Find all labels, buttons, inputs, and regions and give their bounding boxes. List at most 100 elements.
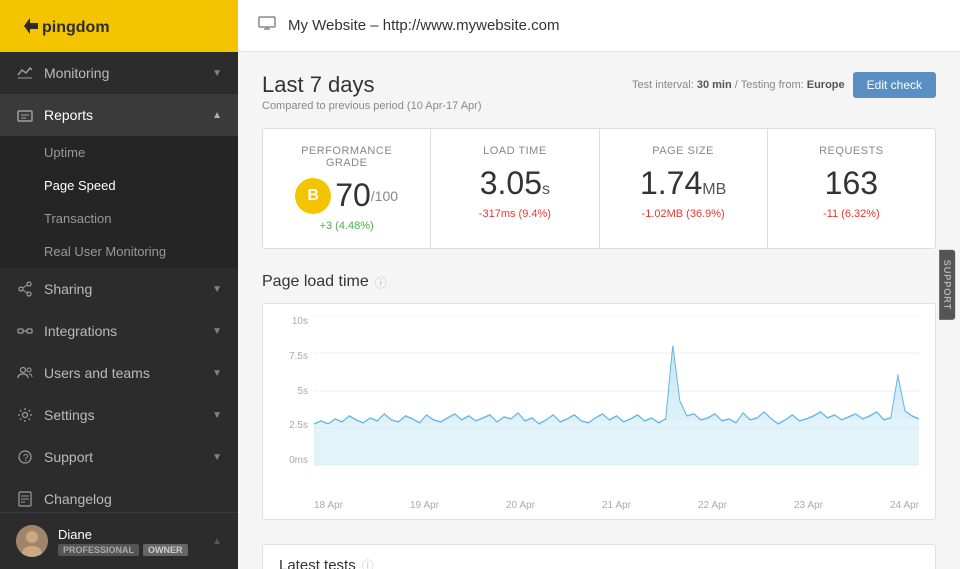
x-label-4: 22 Apr xyxy=(698,500,727,511)
avatar xyxy=(16,525,48,557)
svg-text:pingdom: pingdom xyxy=(42,19,110,36)
sidebar-item-support[interactable]: ? Support ▼ xyxy=(0,436,238,478)
requests-change: -11 (6.32%) xyxy=(784,208,919,220)
sidebar-footer: Diane PROFESSIONAL OWNER ▲ xyxy=(0,512,238,569)
latest-tests-info-icon: ⓘ xyxy=(362,557,374,569)
subnav-page-speed[interactable]: Page Speed xyxy=(0,169,238,202)
subnav-uptime[interactable]: Uptime xyxy=(0,136,238,169)
badge-professional: PROFESSIONAL xyxy=(58,544,139,556)
changelog-icon xyxy=(16,490,34,508)
y-label-3: 2.5s xyxy=(279,420,314,431)
monitoring-icon xyxy=(16,64,34,82)
chart-container: 10s 7.5s 5s 2.5s 0ms xyxy=(262,303,936,520)
load-time-unit: s xyxy=(542,181,550,198)
monitoring-label: Monitoring xyxy=(44,65,109,81)
monitoring-chevron: ▼ xyxy=(212,68,222,79)
integrations-label: Integrations xyxy=(44,323,117,339)
pingdom-logo: pingdom xyxy=(16,12,136,40)
chart-area: 10s 7.5s 5s 2.5s 0ms xyxy=(279,316,919,496)
page-size-change: -1.02MB (36.9%) xyxy=(616,208,751,220)
subnav-rum[interactable]: Real User Monitoring xyxy=(0,235,238,268)
sidebar: pingdom Monitoring ▼ Reports ▲ xyxy=(0,0,238,569)
y-label-2: 5s xyxy=(279,386,314,397)
load-time-value-row: 3.05s xyxy=(447,165,582,202)
grade-suffix: /100 xyxy=(371,188,398,204)
metrics-row: Performance grade B 70/100 +3 (4.48%) Lo… xyxy=(262,128,936,249)
settings-icon xyxy=(16,406,34,424)
testing-from-value: Europe xyxy=(807,79,845,91)
users-teams-label: Users and teams xyxy=(44,365,150,381)
page-size-number: 1.74 xyxy=(640,165,702,201)
requests-label: Requests xyxy=(784,145,919,157)
sidebar-item-settings[interactable]: Settings ▼ xyxy=(0,394,238,436)
metric-load-time: Load time 3.05s -317ms (9.4%) xyxy=(431,129,598,248)
x-label-5: 23 Apr xyxy=(794,500,823,511)
interval-value: 30 min xyxy=(697,79,732,91)
changelog-label: Changelog xyxy=(44,491,112,507)
load-time-label: Load time xyxy=(447,145,582,157)
sharing-icon xyxy=(16,280,34,298)
settings-chevron: ▼ xyxy=(212,410,222,421)
users-teams-chevron: ▼ xyxy=(212,368,222,379)
chart-info-icon: ⓘ xyxy=(375,274,387,291)
y-label-4: 0ms xyxy=(279,455,314,466)
latest-tests-header: Latest tests ⓘ xyxy=(263,545,935,569)
user-info: Diane PROFESSIONAL OWNER xyxy=(16,525,188,557)
sharing-chevron: ▼ xyxy=(212,284,222,295)
reports-chevron: ▲ xyxy=(212,110,222,121)
page-size-unit: MB xyxy=(702,181,726,198)
integrations-chevron: ▼ xyxy=(212,326,222,337)
x-label-1: 19 Apr xyxy=(410,500,439,511)
user-menu-chevron[interactable]: ▲ xyxy=(212,536,222,547)
chart-svg xyxy=(314,316,919,466)
x-label-6: 24 Apr xyxy=(890,500,919,511)
edit-check-button[interactable]: Edit check xyxy=(853,72,936,98)
main-content: My Website – http://www.mywebsite.com La… xyxy=(238,0,960,569)
monitor-icon xyxy=(258,16,276,35)
period-title: Last 7 days xyxy=(262,72,482,98)
user-details: Diane PROFESSIONAL OWNER xyxy=(58,527,188,556)
subnav-transaction[interactable]: Transaction xyxy=(0,202,238,235)
requests-value-row: 163 xyxy=(784,165,919,202)
chart-y-labels: 10s 7.5s 5s 2.5s 0ms xyxy=(279,316,314,466)
reports-label: Reports xyxy=(44,107,93,123)
x-label-2: 20 Apr xyxy=(506,500,535,511)
settings-label: Settings xyxy=(44,407,95,423)
page-size-label: Page size xyxy=(616,145,751,157)
reports-icon xyxy=(16,106,34,124)
sidebar-item-users-teams[interactable]: Users and teams ▼ xyxy=(0,352,238,394)
support-label: Support xyxy=(44,449,93,465)
requests-number: 163 xyxy=(825,165,878,201)
load-time-number: 3.05 xyxy=(480,165,542,201)
support-icon: ? xyxy=(16,448,34,466)
page-size-value-row: 1.74MB xyxy=(616,165,751,202)
svg-text:?: ? xyxy=(23,453,29,464)
perf-grade-label: Performance grade xyxy=(279,145,414,169)
sidebar-item-changelog[interactable]: Changelog xyxy=(0,478,238,512)
grade-number: 70 xyxy=(335,177,371,214)
metric-requests: Requests 163 -11 (6.32%) xyxy=(768,129,935,248)
content-area: Last 7 days Compared to previous period … xyxy=(238,52,960,569)
support-tab[interactable]: SUPPORT xyxy=(939,249,955,319)
test-info: Test interval: 30 min / Testing from: Eu… xyxy=(632,72,936,98)
latest-tests-title: Latest tests xyxy=(279,557,356,569)
sidebar-item-monitoring[interactable]: Monitoring ▼ xyxy=(0,52,238,94)
chart-plot xyxy=(314,316,919,496)
latest-tests-section: Latest tests ⓘ DATE & TIME LOAD TIME PAG… xyxy=(262,544,936,569)
perf-grade-value: B 70/100 xyxy=(279,177,414,214)
test-interval: Test interval: 30 min / Testing from: Eu… xyxy=(632,79,845,91)
badge-owner: OWNER xyxy=(143,544,188,556)
sidebar-item-integrations[interactable]: Integrations ▼ xyxy=(0,310,238,352)
user-badges: PROFESSIONAL OWNER xyxy=(58,544,188,556)
load-time-change: -317ms (9.4%) xyxy=(447,208,582,220)
users-icon xyxy=(16,364,34,382)
page-title: My Website – http://www.mywebsite.com xyxy=(288,17,559,34)
grade-circle: B xyxy=(295,178,331,214)
x-label-3: 21 Apr xyxy=(602,500,631,511)
reports-subnav: Uptime Page Speed Transaction Real User … xyxy=(0,136,238,268)
user-name: Diane xyxy=(58,527,188,542)
sidebar-item-sharing[interactable]: Sharing ▼ xyxy=(0,268,238,310)
sidebar-item-reports[interactable]: Reports ▲ xyxy=(0,94,238,136)
x-label-0: 18 Apr xyxy=(314,500,343,511)
sharing-label: Sharing xyxy=(44,281,92,297)
